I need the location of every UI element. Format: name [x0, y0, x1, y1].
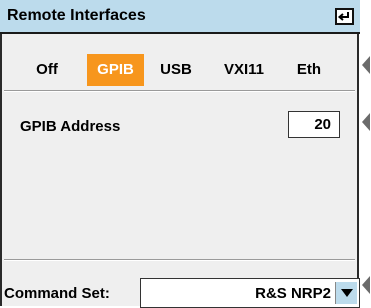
title-bar: Remote Interfaces — [0, 0, 360, 34]
enter-icon[interactable] — [335, 8, 354, 25]
remote-interfaces-panel: Off GPIB USB VXI11 Eth GPIB Address 20 C… — [0, 34, 360, 308]
command-set-dropdown[interactable]: R&S NRP2 — [140, 278, 360, 308]
command-set-value: R&S NRP2 — [255, 285, 331, 302]
window-title: Remote Interfaces — [7, 7, 146, 24]
side-arrow-icon[interactable] — [362, 276, 370, 294]
divider — [4, 259, 355, 261]
tab-usb[interactable]: USB — [151, 54, 201, 86]
tab-eth[interactable]: Eth — [284, 54, 334, 86]
divider — [4, 90, 355, 92]
gpib-address-field[interactable]: 20 — [288, 111, 340, 138]
tab-gpib[interactable]: GPIB — [87, 54, 144, 86]
command-set-label: Command Set: — [4, 285, 110, 302]
interface-tabs: Off GPIB USB VXI11 Eth — [2, 54, 357, 86]
gpib-address-label: GPIB Address — [20, 118, 121, 135]
side-arrow-icon[interactable] — [362, 113, 370, 131]
tab-off[interactable]: Off — [22, 54, 72, 86]
side-arrow-icon[interactable] — [362, 56, 370, 74]
tab-vxi11[interactable]: VXI11 — [211, 54, 277, 86]
chevron-down-icon[interactable] — [335, 282, 357, 304]
